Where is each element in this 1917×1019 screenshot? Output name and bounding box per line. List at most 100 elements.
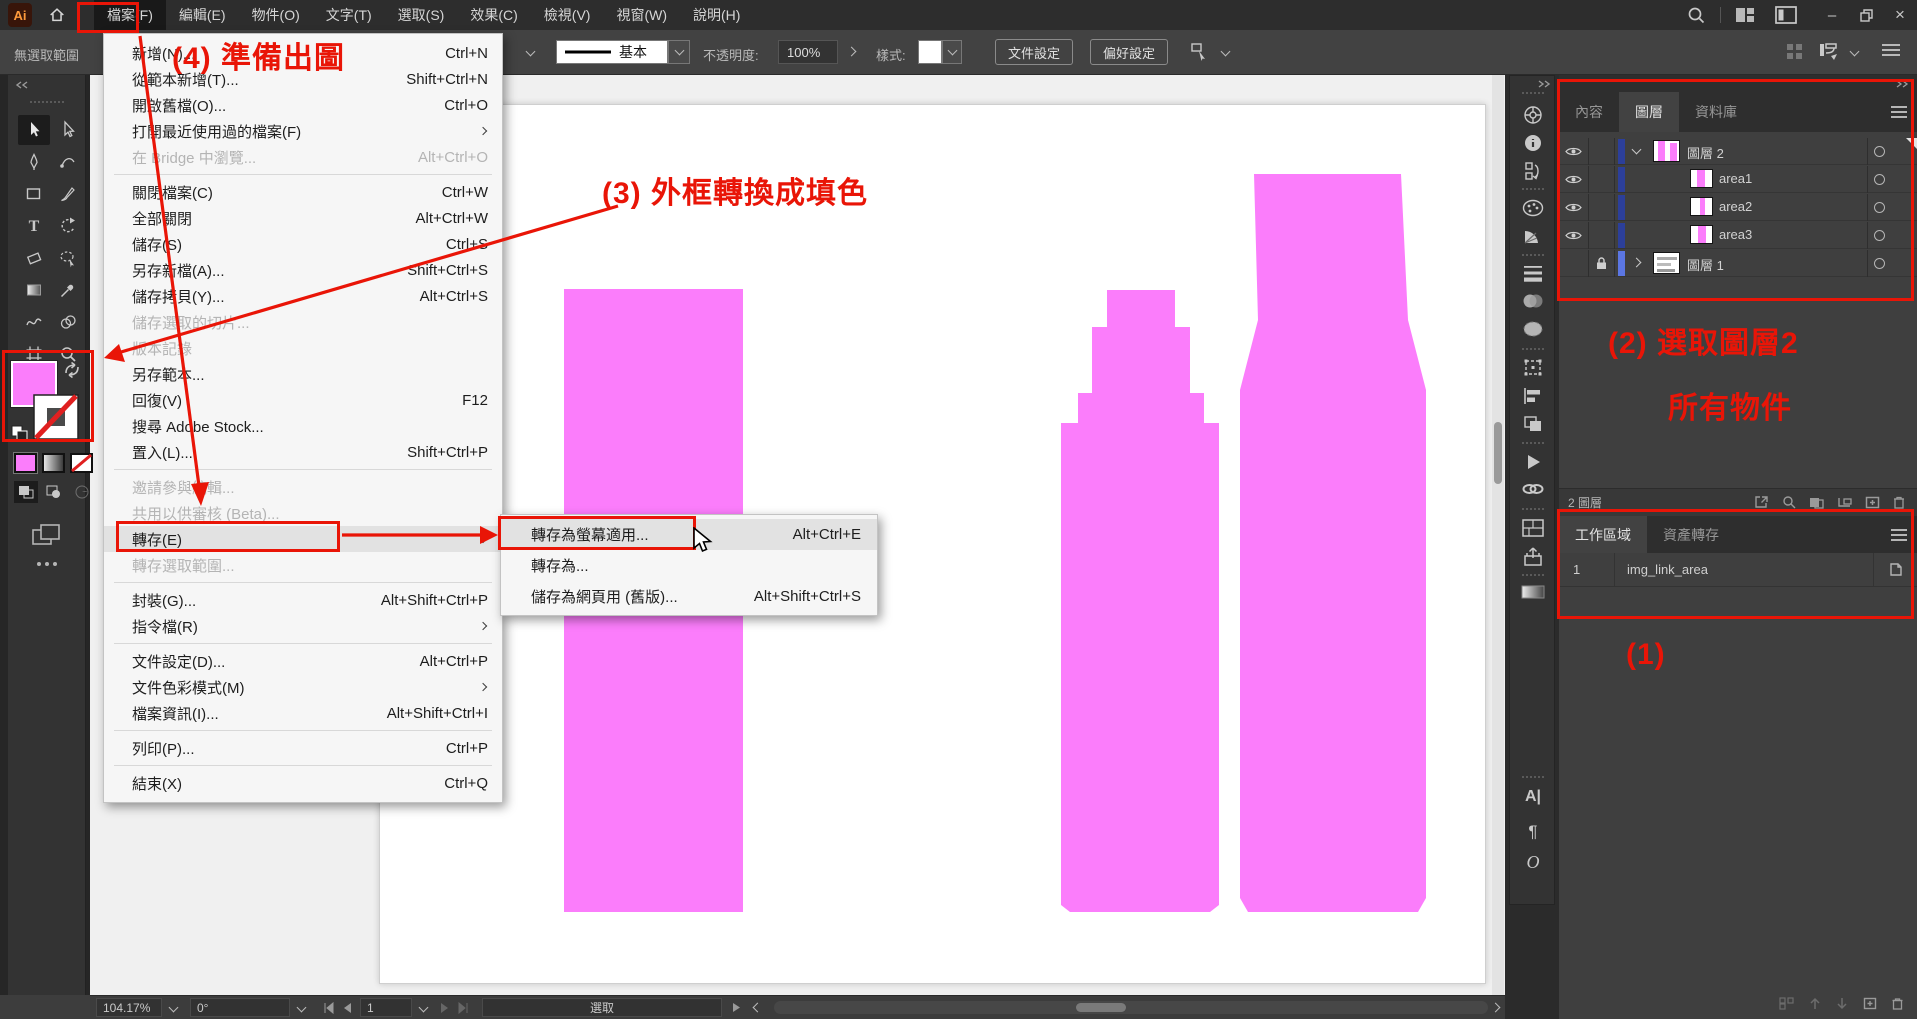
- artboard-row[interactable]: 1 img_link_area: [1559, 553, 1917, 587]
- new-sublayer-icon[interactable]: [1837, 496, 1852, 509]
- dock-grip[interactable]: [1522, 776, 1544, 778]
- wheel-icon[interactable]: [1510, 104, 1556, 126]
- next-artboard-icon[interactable]: [440, 1002, 450, 1014]
- align-panel-icon[interactable]: [1510, 386, 1556, 406]
- dock-grip[interactable]: [1522, 348, 1544, 350]
- hscroll-right-icon[interactable]: [1491, 1003, 1501, 1013]
- layer-thumbnail[interactable]: [1690, 225, 1713, 244]
- move-down-icon[interactable]: [1836, 997, 1848, 1010]
- control-bar-menu-icon[interactable]: [1882, 44, 1900, 58]
- layer-row[interactable]: area2: [1559, 194, 1917, 221]
- menu-item-open[interactable]: 開啟舊檔(O)...Ctrl+O: [104, 92, 502, 118]
- horizontal-scrollbar[interactable]: [774, 1001, 1488, 1014]
- first-artboard-icon[interactable]: [322, 1002, 334, 1014]
- gradient-fill-button[interactable]: [42, 453, 65, 473]
- panel-menu-icon[interactable]: [1891, 103, 1907, 121]
- rearrange-artboards-icon[interactable]: [1779, 997, 1794, 1010]
- gradient-panel-icon[interactable]: [1510, 584, 1556, 600]
- document-setup-button[interactable]: 文件設定: [995, 39, 1073, 65]
- tab-artboards[interactable]: 工作區域: [1559, 516, 1647, 553]
- screen-mode-icon[interactable]: [32, 523, 62, 547]
- swap-fill-stroke-icon[interactable]: [62, 361, 82, 379]
- dock-grip[interactable]: [1522, 508, 1544, 510]
- menu-effect[interactable]: 效果(C): [457, 0, 530, 30]
- color-fill-button[interactable]: [14, 453, 37, 473]
- new-layer-icon[interactable]: [1865, 496, 1880, 509]
- home-icon[interactable]: [48, 6, 66, 24]
- menu-item-document-color-mode[interactable]: 文件色彩模式(M): [104, 674, 502, 700]
- menu-item-exit[interactable]: 結束(X)Ctrl+Q: [104, 770, 502, 796]
- none-fill-button[interactable]: [70, 453, 93, 473]
- menu-help[interactable]: 說明(H): [680, 0, 753, 30]
- menu-view[interactable]: 檢視(V): [531, 0, 604, 30]
- artboard-options-icon[interactable]: [1873, 553, 1917, 586]
- previous-artboard-icon[interactable]: [342, 1002, 352, 1014]
- lock-toggle[interactable]: [1589, 250, 1615, 277]
- visibility-toggle[interactable]: [1559, 194, 1589, 221]
- transform-panel-icon[interactable]: [1510, 358, 1556, 378]
- lasso-selection-tool[interactable]: [52, 243, 84, 273]
- eyedropper-tool[interactable]: [52, 275, 84, 305]
- arrange-documents-icon[interactable]: [1735, 6, 1755, 24]
- delete-layer-icon[interactable]: [1893, 495, 1905, 509]
- dock-grip[interactable]: [1522, 92, 1544, 94]
- menu-type[interactable]: 文字(T): [313, 0, 385, 30]
- links-panel-icon[interactable]: [1510, 480, 1556, 498]
- rotation-chevron-icon[interactable]: [297, 1003, 307, 1013]
- zoom-chevron-icon[interactable]: [169, 1003, 179, 1013]
- artboard-name[interactable]: img_link_area: [1615, 562, 1873, 577]
- chevron-down-icon[interactable]: [1632, 145, 1642, 155]
- menu-file[interactable]: 檔案(F): [94, 0, 166, 30]
- chevron-right-icon[interactable]: [1632, 258, 1642, 268]
- menu-item-search-adobe-stock[interactable]: 搜尋 Adobe Stock...: [104, 413, 502, 439]
- menu-item-new[interactable]: 新增(N)...Ctrl+N: [104, 40, 502, 66]
- layer-name[interactable]: 圖層 1: [1687, 255, 1724, 274]
- menu-item-new-from-template[interactable]: 從範本新增(T)...Shift+Ctrl+N: [104, 66, 502, 92]
- menu-item-open-recent[interactable]: 打開最近使用過的檔案(F): [104, 118, 502, 144]
- horizontal-scrollbar-thumb[interactable]: [1076, 1003, 1126, 1012]
- menu-item-save-as[interactable]: 另存新檔(A)...Shift+Ctrl+S: [104, 257, 502, 283]
- workspace-switcher-icon[interactable]: [1775, 6, 1797, 24]
- asset-export-panel-icon[interactable]: [1510, 546, 1556, 568]
- collect-for-export-icon[interactable]: [1754, 495, 1769, 509]
- style-swatch[interactable]: [918, 40, 942, 64]
- opentype-panel-icon[interactable]: O: [1510, 852, 1556, 873]
- stroke-color-chevron-icon[interactable]: [526, 47, 536, 57]
- layer-thumbnail[interactable]: [1653, 252, 1680, 274]
- menu-item-scripts[interactable]: 指令檔(R): [104, 613, 502, 639]
- delete-artboard-icon[interactable]: [1892, 997, 1903, 1010]
- layer-row[interactable]: 圖層 1: [1559, 250, 1917, 277]
- clipping-mask-icon[interactable]: [1809, 496, 1824, 509]
- collapse-dock-icon[interactable]: [1536, 80, 1552, 88]
- close-button[interactable]: ×: [1883, 0, 1917, 30]
- layer-thumbnail[interactable]: [1653, 140, 1680, 162]
- selection-tool[interactable]: [18, 115, 50, 145]
- collapse-toolbar-icon[interactable]: [14, 81, 30, 89]
- lock-toggle[interactable]: [1589, 222, 1615, 249]
- status-expand-icon[interactable]: [732, 1002, 741, 1013]
- vertical-scrollbar-thumb[interactable]: [1494, 422, 1502, 484]
- collapse-panel-icon[interactable]: [1895, 80, 1909, 88]
- minimize-button[interactable]: –: [1815, 0, 1849, 30]
- new-artboard-icon[interactable]: [1863, 997, 1877, 1010]
- menu-item-export-for-screens[interactable]: 轉存為螢幕適用...Alt+Ctrl+E: [501, 519, 877, 550]
- lock-toggle[interactable]: [1589, 194, 1615, 221]
- gradient-tool[interactable]: [18, 275, 50, 305]
- target-circle[interactable]: [1874, 258, 1885, 269]
- menu-item-export-as[interactable]: 轉存為...: [501, 550, 877, 581]
- menu-item-save-as-template[interactable]: 另存範本...: [104, 361, 502, 387]
- menu-object[interactable]: 物件(O): [239, 0, 313, 30]
- style-dropdown-button[interactable]: [942, 40, 962, 64]
- opacity-expand-icon[interactable]: [847, 47, 857, 57]
- character-panel-icon[interactable]: A|: [1510, 788, 1556, 806]
- layer-name[interactable]: area3: [1719, 227, 1752, 242]
- last-artboard-icon[interactable]: [458, 1002, 470, 1014]
- draw-inside-button[interactable]: [70, 481, 94, 503]
- curvature-tool[interactable]: [52, 147, 84, 177]
- menu-item-revert[interactable]: 回復(V)F12: [104, 387, 502, 413]
- pixel-grid-icon[interactable]: [1786, 43, 1804, 61]
- visibility-toggle[interactable]: [1559, 138, 1589, 165]
- menu-item-close-all[interactable]: 全部關閉Alt+Ctrl+W: [104, 205, 502, 231]
- menu-window[interactable]: 視窗(W): [603, 0, 680, 30]
- select-similar-icon[interactable]: [1190, 42, 1212, 62]
